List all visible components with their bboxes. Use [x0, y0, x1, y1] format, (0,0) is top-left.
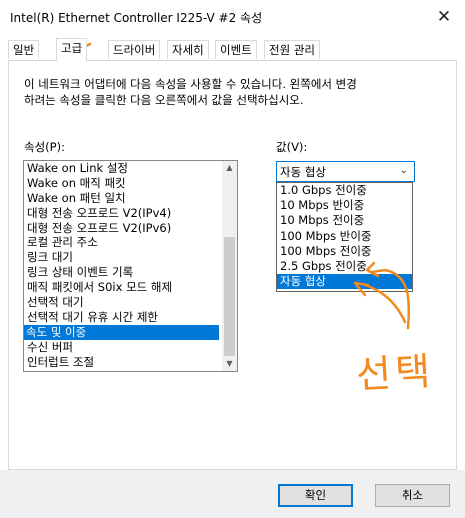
- handwritten-annotation: 선택: [355, 348, 436, 398]
- arrow-head-stroke-1: [365, 261, 380, 278]
- tab-advanced[interactable]: 고급: [56, 38, 88, 61]
- cancel-button[interactable]: 취소: [375, 484, 450, 507]
- ok-button[interactable]: 확인: [278, 484, 353, 507]
- annotation-overlay: [72, 42, 411, 330]
- arrow-shaft-stroke: [363, 283, 407, 324]
